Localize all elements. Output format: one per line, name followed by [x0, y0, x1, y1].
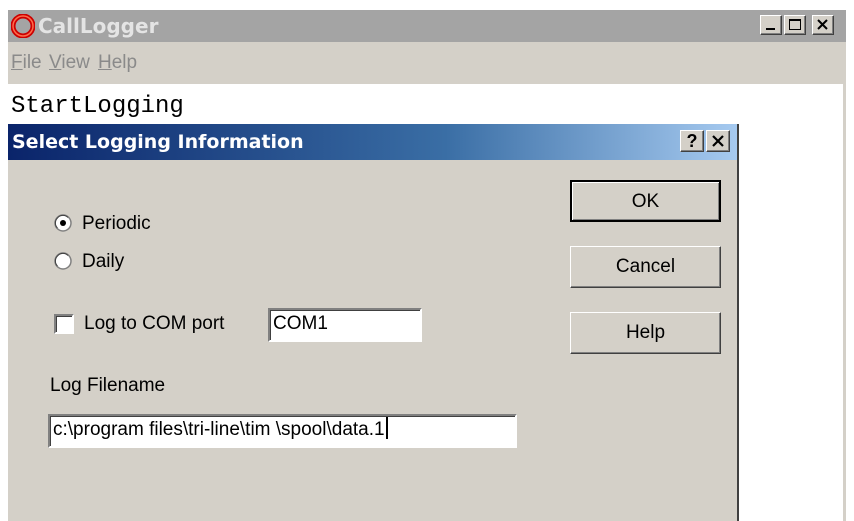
app-icon	[11, 14, 35, 38]
close-icon	[712, 135, 724, 147]
main-content-text: StartLogging	[11, 93, 184, 120]
dialog-title: Select Logging Information	[12, 131, 304, 153]
ok-button[interactable]: OK	[570, 180, 721, 222]
maximize-button[interactable]	[784, 15, 806, 35]
radio-daily-label: Daily	[82, 251, 125, 272]
log-to-com-label: Log to COM port	[84, 313, 225, 334]
dialog-close-button[interactable]	[706, 130, 730, 152]
menu-file[interactable]: File	[11, 52, 42, 74]
menubar: File View Help	[8, 42, 846, 84]
radio-periodic-label: Periodic	[82, 213, 151, 234]
help-button[interactable]: Help	[570, 312, 721, 354]
menu-view[interactable]: View	[49, 52, 90, 74]
select-logging-dialog: Select Logging Information ? Periodic Da…	[8, 124, 739, 521]
maximize-icon	[789, 19, 801, 30]
log-filename-field[interactable]: c:\program files\tri-line\tim \spool\dat…	[48, 414, 517, 448]
com-port-field[interactable]: COM1	[268, 308, 422, 342]
main-titlebar[interactable]: CallLogger	[8, 10, 846, 42]
log-filename-label: Log Filename	[50, 375, 166, 396]
log-filename-value: c:\program files\tri-line\tim \spool\dat…	[53, 419, 385, 440]
minimize-button[interactable]	[760, 15, 782, 35]
menu-help[interactable]: Help	[98, 52, 137, 74]
radio-unselected-icon	[54, 252, 72, 270]
help-icon[interactable]: ?	[680, 130, 704, 152]
main-window-title: CallLogger	[38, 14, 159, 38]
cancel-button[interactable]: Cancel	[570, 246, 721, 288]
text-caret	[385, 417, 388, 439]
close-icon	[817, 19, 828, 30]
close-button[interactable]	[812, 15, 834, 35]
radio-selected-icon	[54, 214, 72, 232]
window-frame-right	[843, 84, 846, 521]
log-to-com-checkbox[interactable]	[54, 314, 74, 334]
dialog-titlebar[interactable]: Select Logging Information ?	[8, 124, 737, 160]
minimize-icon	[766, 28, 775, 30]
